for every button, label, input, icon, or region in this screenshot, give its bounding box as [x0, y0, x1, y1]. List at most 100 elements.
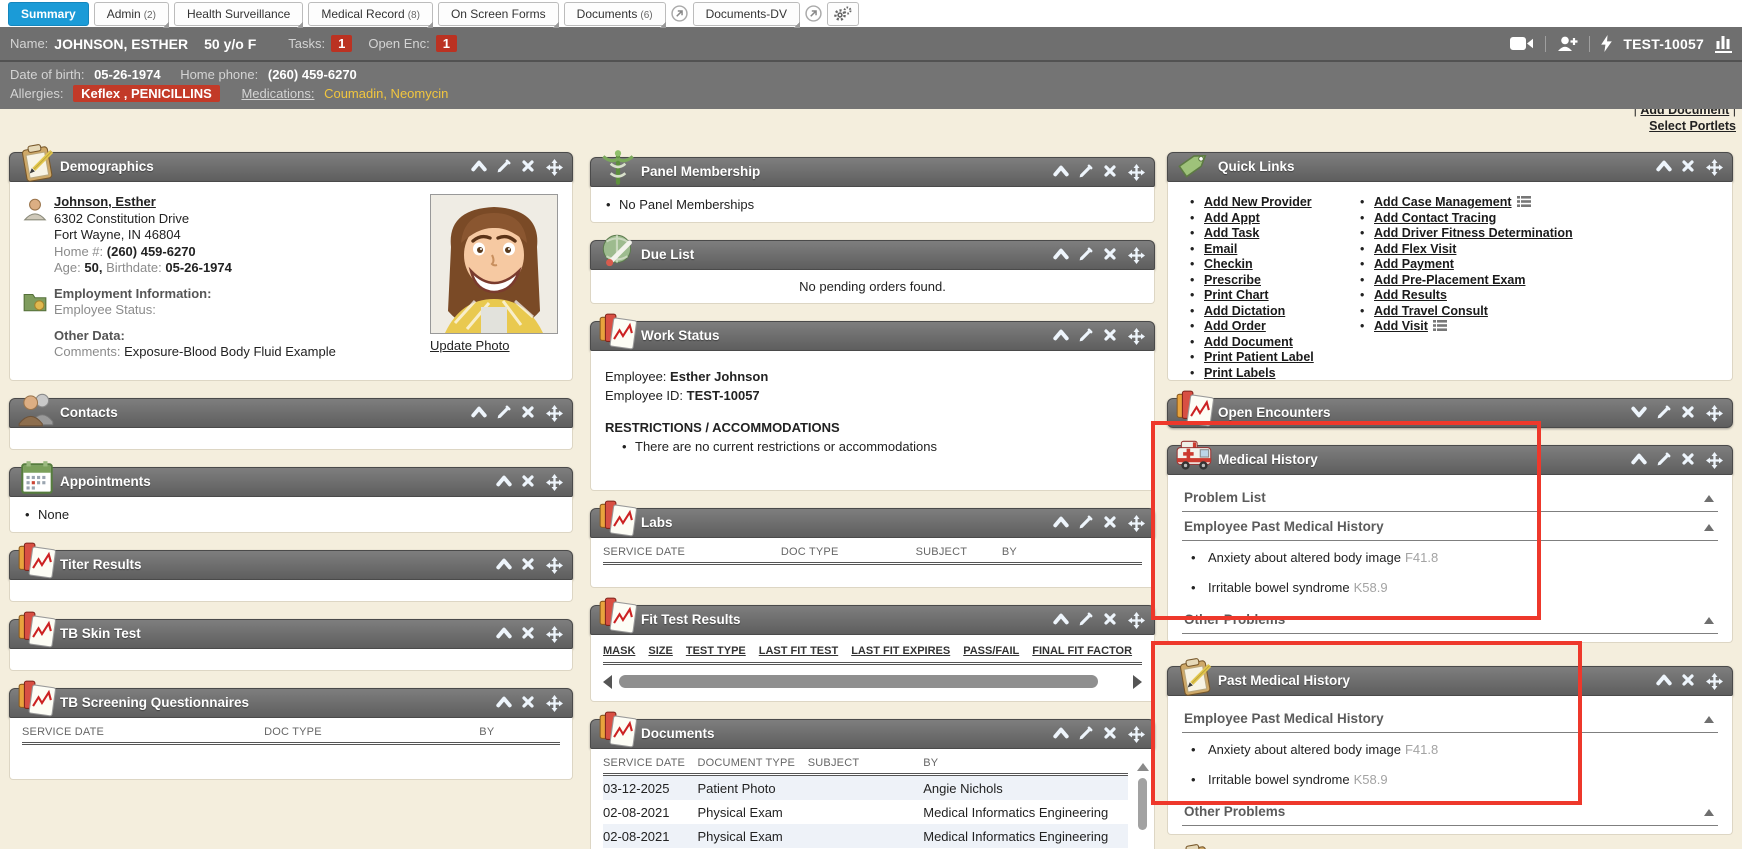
expand-button[interactable]: [1631, 405, 1647, 421]
collapse-button[interactable]: [471, 159, 487, 175]
close-button[interactable]: [521, 695, 537, 711]
tab-health-surveillance[interactable]: Health Surveillance: [174, 2, 303, 26]
move-button[interactable]: [1706, 159, 1722, 175]
move-button[interactable]: [1128, 726, 1144, 742]
sortable-column-link[interactable]: SIZE: [648, 645, 672, 657]
add-driver-fitness-determination-link[interactable]: Add Driver Fitness Determination: [1374, 226, 1573, 240]
collapse-triangle-icon[interactable]: [1704, 617, 1714, 624]
collapse-button[interactable]: [496, 557, 512, 573]
collapse-button[interactable]: [1656, 673, 1672, 689]
sortable-column-link[interactable]: TEST TYPE: [686, 645, 746, 657]
collapse-button[interactable]: [496, 626, 512, 642]
move-button[interactable]: [1706, 673, 1722, 689]
bar-chart-icon[interactable]: [1715, 35, 1732, 53]
collapse-button[interactable]: [1656, 159, 1672, 175]
edit-button[interactable]: [1656, 405, 1672, 421]
edit-button[interactable]: [1656, 452, 1672, 468]
move-button[interactable]: [1128, 164, 1144, 180]
tab-medical-record[interactable]: Medical Record(8): [308, 2, 433, 26]
collapse-triangle-icon[interactable]: [1704, 716, 1714, 723]
close-button[interactable]: [1103, 726, 1119, 742]
move-button[interactable]: [1706, 452, 1722, 468]
edit-button[interactable]: [1078, 726, 1094, 742]
add-results-link[interactable]: Add Results: [1374, 288, 1447, 302]
collapse-button[interactable]: [1631, 452, 1647, 468]
edit-button[interactable]: [496, 405, 512, 421]
table-row[interactable]: 03-12-2025Patient PhotoAngie Nichols: [603, 776, 1128, 800]
sortable-column-link[interactable]: FINAL FIT FACTOR: [1032, 645, 1132, 657]
move-button[interactable]: [1128, 515, 1144, 531]
section-header-other-problems[interactable]: Other Problems: [1182, 797, 1718, 826]
add-dictation-link[interactable]: Add Dictation: [1204, 304, 1285, 318]
move-button[interactable]: [1128, 328, 1144, 344]
collapse-button[interactable]: [496, 474, 512, 490]
scroll-right-arrow[interactable]: [1133, 675, 1142, 689]
vertical-scrollbar[interactable]: [1136, 763, 1150, 849]
close-button[interactable]: [1103, 328, 1119, 344]
close-button[interactable]: [521, 159, 537, 175]
video-camera-icon[interactable]: [1510, 36, 1534, 51]
edit-button[interactable]: [496, 159, 512, 175]
collapse-triangle-icon[interactable]: [1704, 495, 1714, 502]
add-case-management-link[interactable]: Add Case Management: [1374, 195, 1512, 209]
section-header-employee-past-medical-history[interactable]: Employee Past Medical History: [1182, 512, 1718, 541]
update-photo-link[interactable]: Update Photo: [430, 338, 510, 353]
section-header-other-problems[interactable]: Other Problems: [1182, 605, 1718, 634]
table-row[interactable]: 02-08-2021Physical ExamMedical Informati…: [603, 800, 1128, 824]
close-button[interactable]: [1103, 164, 1119, 180]
move-button[interactable]: [546, 557, 562, 573]
collapse-button[interactable]: [1053, 164, 1069, 180]
edit-button[interactable]: [1078, 328, 1094, 344]
close-button[interactable]: [521, 557, 537, 573]
close-button[interactable]: [1103, 515, 1119, 531]
collapse-button[interactable]: [1053, 328, 1069, 344]
collapse-triangle-icon[interactable]: [1704, 809, 1714, 816]
close-button[interactable]: [1681, 673, 1697, 689]
move-button[interactable]: [1706, 405, 1722, 421]
collapse-button[interactable]: [496, 695, 512, 711]
tab-summary[interactable]: Summary: [8, 2, 89, 26]
move-button[interactable]: [546, 695, 562, 711]
tab-documents[interactable]: Documents(6): [564, 2, 666, 26]
email-link[interactable]: Email: [1204, 242, 1237, 256]
close-button[interactable]: [1103, 612, 1119, 628]
collapse-button[interactable]: [471, 405, 487, 421]
add-appt-link[interactable]: Add Appt: [1204, 211, 1260, 225]
collapse-button[interactable]: [1053, 515, 1069, 531]
tasks-count-badge[interactable]: 1: [331, 35, 352, 52]
edit-button[interactable]: [1078, 515, 1094, 531]
add-document-link[interactable]: Add Document: [1204, 335, 1293, 349]
add-contact-tracing-link[interactable]: Add Contact Tracing: [1374, 211, 1496, 225]
select-portlets-link[interactable]: Select Portlets: [1649, 119, 1736, 133]
print-patient-label-link[interactable]: Print Patient Label: [1204, 350, 1314, 364]
print-labels-link[interactable]: Print Labels: [1204, 366, 1276, 380]
add-order-link[interactable]: Add Order: [1204, 319, 1266, 333]
move-button[interactable]: [546, 626, 562, 642]
move-button[interactable]: [1128, 612, 1144, 628]
patient-name-link[interactable]: Johnson, Esther: [54, 194, 156, 209]
close-button[interactable]: [521, 405, 537, 421]
medications-link[interactable]: Medications:: [241, 86, 314, 101]
checkin-link[interactable]: Checkin: [1204, 257, 1253, 271]
tab-on-screen-forms[interactable]: On Screen Forms: [438, 2, 559, 26]
print-chart-link[interactable]: Print Chart: [1204, 288, 1269, 302]
close-button[interactable]: [521, 474, 537, 490]
add-task-link[interactable]: Add Task: [1204, 226, 1259, 240]
scrollbar-thumb[interactable]: [1138, 778, 1147, 830]
prescribe-link[interactable]: Prescribe: [1204, 273, 1261, 287]
add-visit-link[interactable]: Add Visit: [1374, 319, 1428, 333]
add-flex-visit-link[interactable]: Add Flex Visit: [1374, 242, 1456, 256]
popout-icon[interactable]: [671, 5, 688, 22]
table-row[interactable]: 02-08-2021Physical ExamMedical Informati…: [603, 824, 1128, 848]
sortable-column-link[interactable]: PASS/FAIL: [963, 645, 1019, 657]
scroll-up-arrow[interactable]: [1137, 763, 1149, 771]
add-travel-consult-link[interactable]: Add Travel Consult: [1374, 304, 1488, 318]
lightning-bolt-icon[interactable]: [1601, 35, 1612, 52]
move-button[interactable]: [546, 405, 562, 421]
close-button[interactable]: [1681, 452, 1697, 468]
sortable-column-link[interactable]: MASK: [603, 645, 635, 657]
scrollbar-track[interactable]: [617, 675, 1128, 688]
tab-documents-dv[interactable]: Documents-DV: [693, 2, 800, 26]
add-new-provider-link[interactable]: Add New Provider: [1204, 195, 1312, 209]
collapse-button[interactable]: [1053, 726, 1069, 742]
